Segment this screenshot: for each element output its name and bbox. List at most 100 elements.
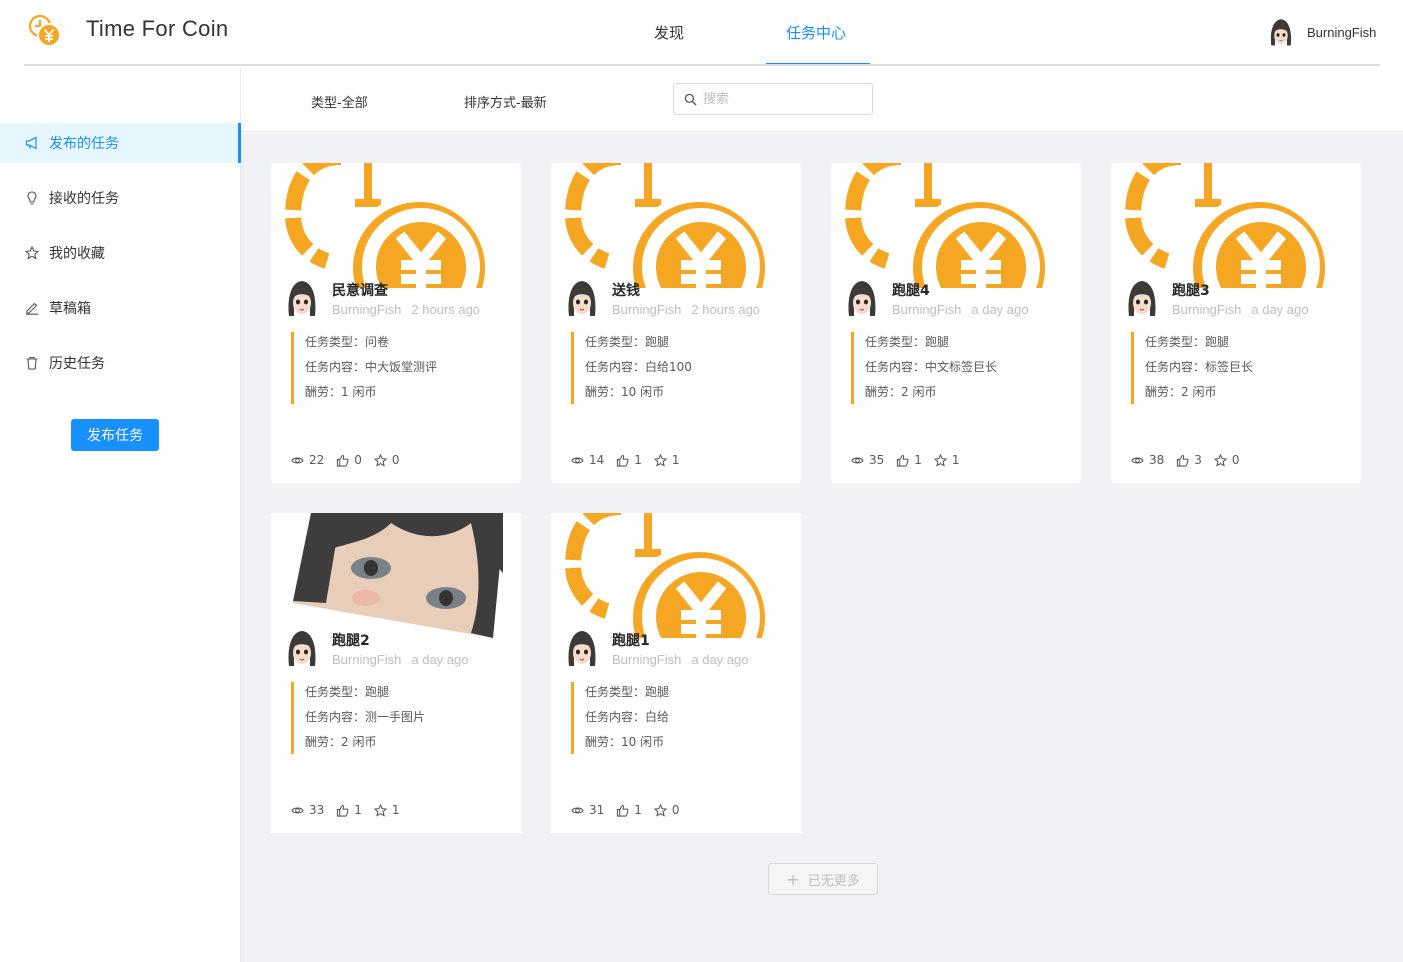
sidebar-item-label: 历史任务: [49, 356, 105, 372]
favorite-button[interactable]: 1: [933, 453, 960, 467]
favorite-button[interactable]: 0: [1213, 453, 1240, 467]
view-count: 38: [1131, 453, 1164, 467]
card-task-content: 任务内容：白给100: [585, 360, 692, 374]
task-card[interactable]: 跑腿3 BurningFish a day ago 任务类型：跑腿 任务内容：标签巨长酬…: [1111, 163, 1361, 483]
sidebar-item-favorites[interactable]: 我的收藏: [0, 233, 241, 273]
card-time: a day ago: [411, 652, 469, 667]
app-title: Time For Coin: [86, 16, 229, 41]
like-button[interactable]: 1: [336, 803, 362, 817]
card-title[interactable]: 民意调查: [332, 280, 388, 300]
card-task-reward: 酬劳：10 闲币: [585, 735, 665, 749]
star-icon: [1213, 453, 1227, 467]
task-card[interactable]: 民意调查 BurningFish 2 hours ago 任务类型：问卷 任务内容：中大…: [271, 163, 521, 483]
card-time: 2 hours ago: [411, 302, 481, 317]
user-name: BurningFish: [1307, 24, 1377, 40]
card-stats: 14 1 1: [571, 453, 692, 467]
view-count-value: 31: [589, 803, 605, 817]
favorite-button[interactable]: 1: [373, 803, 400, 817]
like-count-value: 1: [354, 803, 362, 817]
card-stats: 31 1 0: [571, 803, 692, 817]
star-icon: [653, 803, 667, 817]
card-subtitle: BurningFish a day ago: [1172, 302, 1308, 317]
publish-task-button[interactable]: 发布任务: [71, 419, 159, 451]
task-content-area: 民意调查 BurningFish 2 hours ago 任务类型：问卷 任务内容：中大…: [241, 133, 1403, 962]
like-button[interactable]: 3: [1176, 453, 1202, 467]
star-icon: [373, 453, 387, 467]
sidebar-item-published-tasks[interactable]: 发布的任务: [0, 123, 241, 163]
card-author: BurningFish: [892, 302, 962, 317]
task-card[interactable]: 跑腿1 BurningFish a day ago 任务类型：跑腿 任务内容：白给 酬劳：…: [551, 513, 801, 833]
edit-icon: [26, 302, 38, 315]
like-button[interactable]: 1: [616, 453, 642, 467]
card-cover[interactable]: [831, 163, 1081, 288]
sidebar-item-history[interactable]: 历史任务: [0, 343, 241, 383]
star-count-value: 1: [671, 453, 680, 467]
nav-task-center[interactable]: 任务中心: [786, 22, 846, 43]
search-input[interactable]: [703, 91, 863, 107]
cover-photo-image: [271, 513, 521, 638]
card-author: BurningFish: [1172, 302, 1242, 317]
like-button[interactable]: 1: [616, 803, 642, 817]
eye-icon: [1131, 457, 1144, 463]
sidebar-item-drafts[interactable]: 草稿箱: [0, 288, 241, 328]
card-cover[interactable]: [551, 163, 801, 288]
thumbs-up-icon: [617, 804, 629, 817]
card-time: a day ago: [691, 652, 749, 667]
card-task-content: 任务内容：测一手图片: [305, 710, 426, 724]
star-count-value: 1: [951, 453, 960, 467]
author-avatar[interactable]: [1125, 278, 1159, 318]
search-box[interactable]: [673, 83, 873, 115]
like-button[interactable]: 0: [336, 453, 362, 467]
trash-icon: [26, 356, 38, 370]
favorite-button[interactable]: 0: [653, 803, 680, 817]
card-cover[interactable]: [271, 163, 521, 288]
card-task-type: 任务类型：跑腿: [585, 335, 670, 349]
user-menu[interactable]: BurningFish: [1266, 17, 1376, 47]
favorite-button[interactable]: 1: [653, 453, 680, 467]
task-card[interactable]: 跑腿2 BurningFish a day ago 任务类型：跑腿 任务内容：测一手图片…: [271, 513, 521, 833]
card-title[interactable]: 跑腿4: [892, 280, 930, 300]
author-avatar[interactable]: [565, 278, 599, 318]
view-count: 22: [291, 453, 324, 467]
coin-clock-cover-image: [551, 513, 801, 638]
author-avatar[interactable]: [285, 628, 319, 668]
task-card[interactable]: 跑腿4 BurningFish a day ago 任务类型：跑腿 任务内容：中文标签巨…: [831, 163, 1081, 483]
card-cover[interactable]: [551, 513, 801, 638]
author-avatar[interactable]: [845, 278, 879, 318]
sort-filter-dropdown[interactable]: 排序方式-最新: [464, 92, 547, 111]
star-icon: [933, 453, 947, 467]
task-card[interactable]: 送钱 BurningFish 2 hours ago 任务类型：跑腿 任务内容：白给10…: [551, 163, 801, 483]
coin-clock-logo-icon[interactable]: [27, 13, 63, 49]
card-task-reward: 酬劳：10 闲币: [585, 385, 665, 399]
card-title[interactable]: 跑腿2: [332, 630, 370, 650]
card-title[interactable]: 送钱: [612, 280, 640, 300]
load-more-label: 已无更多: [807, 873, 860, 889]
like-button[interactable]: 1: [896, 453, 922, 467]
card-info: 任务类型：问卷 任务内容：中大饭堂测评 酬劳：1 闲币: [291, 332, 437, 404]
author-avatar[interactable]: [285, 278, 319, 318]
eye-icon: [851, 457, 864, 463]
nav-discover[interactable]: 发现: [654, 22, 684, 43]
favorite-button[interactable]: 0: [373, 453, 400, 467]
sidebar-item-received-tasks[interactable]: 接收的任务: [0, 178, 241, 218]
type-filter-dropdown[interactable]: 类型-全部: [311, 92, 368, 111]
view-count-value: 33: [309, 803, 325, 817]
card-stats: 38 3 0: [1131, 453, 1252, 467]
card-task-reward: 酬劳：2 闲币: [865, 385, 937, 399]
star-count-value: 0: [671, 803, 680, 817]
star-icon: [653, 453, 667, 467]
load-more-button[interactable]: + 已无更多: [768, 863, 878, 895]
card-task-content: 任务内容：中大饭堂测评: [305, 360, 438, 374]
card-time: 2 hours ago: [691, 302, 761, 317]
card-info: 任务类型：跑腿 任务内容：白给 酬劳：10 闲币: [571, 682, 669, 754]
card-cover[interactable]: [271, 513, 521, 638]
card-title[interactable]: 跑腿1: [612, 630, 650, 650]
author-avatar[interactable]: [565, 628, 599, 668]
card-cover[interactable]: [1111, 163, 1361, 288]
card-title[interactable]: 跑腿3: [1172, 280, 1210, 300]
search-icon: [684, 93, 697, 106]
top-header: Time For Coin 发现 任务中心 BurningFish: [0, 0, 1403, 66]
card-stats: 33 1 1: [291, 803, 412, 817]
view-count-value: 14: [589, 453, 605, 467]
coin-clock-cover-image: [831, 163, 1081, 288]
